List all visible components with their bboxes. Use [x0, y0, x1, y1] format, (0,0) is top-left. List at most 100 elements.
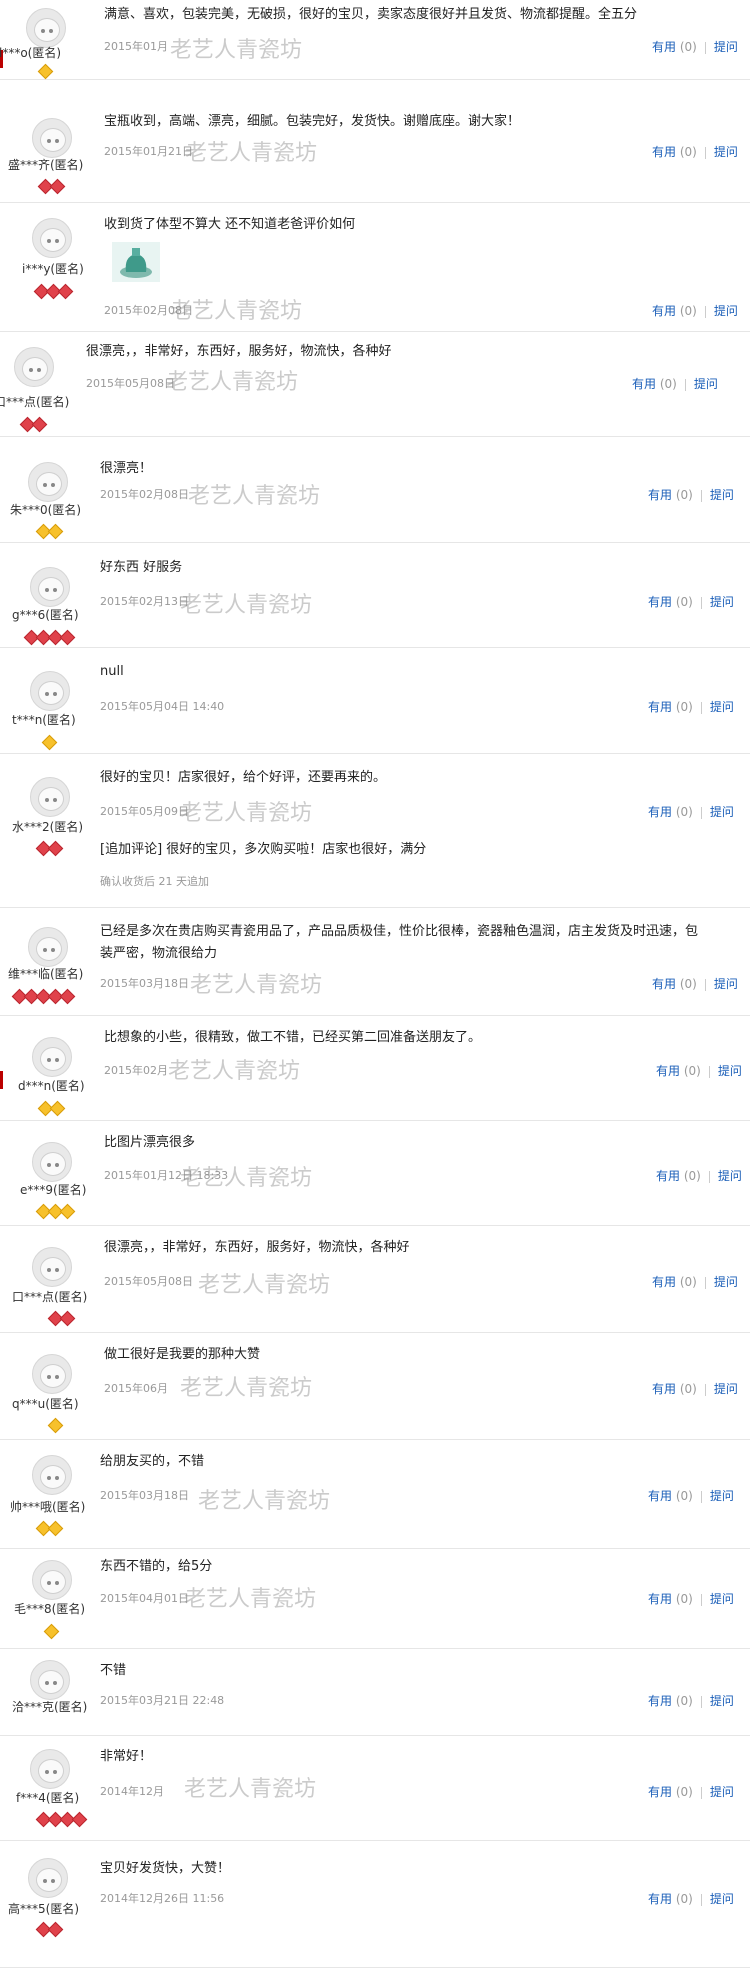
avatar-eye	[55, 1375, 59, 1379]
useful-button[interactable]: 有用	[648, 488, 672, 502]
ask-button[interactable]: 提问	[714, 145, 738, 159]
useful-count: (0)	[679, 1275, 697, 1289]
ask-button[interactable]: 提问	[714, 1275, 738, 1289]
ask-button[interactable]: 提问	[710, 700, 734, 714]
ask-button[interactable]: 提问	[710, 1592, 734, 1606]
useful-button[interactable]: 有用	[648, 700, 672, 714]
avatar	[28, 927, 68, 967]
review-actions: 有用 (0) 提问	[652, 143, 738, 160]
ask-button[interactable]: 提问	[714, 977, 738, 991]
useful-button[interactable]: 有用	[632, 377, 656, 391]
avatar-eye	[51, 1879, 55, 1883]
buyer-level-badges	[35, 839, 64, 857]
useful-button[interactable]: 有用	[648, 595, 672, 609]
buyer-level-badges	[19, 415, 48, 433]
ask-button[interactable]: 提问	[714, 40, 738, 54]
avatar-eye	[55, 1476, 59, 1480]
ask-button[interactable]: 提问	[714, 1382, 738, 1396]
avatar	[30, 1660, 70, 1700]
review-actions: 有用 (0) 提问	[648, 1487, 734, 1504]
avatar-face	[40, 1257, 66, 1281]
useful-button[interactable]: 有用	[648, 1592, 672, 1606]
avatar-face	[36, 1868, 62, 1892]
divider	[700, 1593, 702, 1606]
review-actions: 有用 (0) 提问	[648, 1692, 734, 1709]
buyer-level-badges	[41, 733, 58, 751]
ask-button[interactable]: 提问	[714, 304, 738, 318]
useful-button[interactable]: 有用	[656, 1064, 680, 1078]
reviewer-name: e***9(匿名)	[20, 1183, 87, 1197]
useful-button[interactable]: 有用	[648, 805, 672, 819]
divider	[708, 1065, 710, 1078]
shop-watermark: 老艺人青瓷坊	[185, 141, 318, 166]
reviewer-name: d***n(匿名)	[18, 1079, 85, 1093]
gold-diamond-icon	[49, 1100, 66, 1117]
useful-button[interactable]: 有用	[648, 1785, 672, 1799]
ask-button[interactable]: 提问	[718, 1169, 742, 1183]
avatar	[28, 462, 68, 502]
useful-button[interactable]: 有用	[652, 1382, 676, 1396]
useful-button[interactable]: 有用	[652, 304, 676, 318]
avatar-eye	[47, 1058, 51, 1062]
review-item: d***n(匿名) 比想象的小些，很精致，做工不错，已经买第二回准备送朋友了。 20…	[0, 1017, 750, 1121]
avatar-face	[22, 357, 48, 381]
shop-watermark: 老艺人青瓷坊	[198, 1489, 331, 1514]
shop-watermark: 老艺人青瓷坊	[168, 1059, 301, 1084]
useful-button[interactable]: 有用	[652, 977, 676, 991]
review-date: 2014年12月26日 11:56	[100, 1892, 225, 1905]
useful-button[interactable]: 有用	[648, 1489, 672, 1503]
review-text: 很漂亮，，非常好，东西好，服务好，物流快，各种好	[86, 344, 392, 359]
review-text: 比图片漂亮很多	[104, 1135, 196, 1150]
review-item: q***u(匿名) 做工很好是我要的那种大赞 2015年06月 老艺人青瓷坊 有用 (0…	[0, 1334, 750, 1440]
review-text: 比想象的小些，很精致，做工不错，已经买第二回准备送朋友了。	[104, 1030, 482, 1045]
buyer-level-badges	[35, 1810, 88, 1828]
avatar-face	[40, 1364, 66, 1388]
avatar-face	[40, 1570, 66, 1594]
shop-watermark: 老艺人青瓷坊	[184, 1777, 317, 1802]
reviewer-name: 高***5(匿名)	[8, 1902, 79, 1916]
ask-button[interactable]: 提问	[710, 1489, 734, 1503]
avatar	[32, 1455, 72, 1495]
review-date: 2015年03月18日	[100, 1489, 189, 1502]
reviewer-name: 盛***齐(匿名)	[8, 158, 84, 172]
reviewer-name: 口***点(匿名)	[12, 1290, 88, 1304]
reviewer-name: g***6(匿名)	[12, 608, 79, 622]
review-item: 洽***克(匿名) 不错 2015年03月21日 22:48 有用 (0) 提问	[0, 1650, 750, 1736]
review-text: 很漂亮，，非常好，东西好，服务好，物流快，各种好	[104, 1240, 410, 1255]
reviewer-name: i***y(匿名)	[22, 262, 84, 276]
gold-diamond-icon	[59, 1203, 76, 1220]
product-thumbnail[interactable]	[112, 242, 160, 282]
gold-diamond-icon	[43, 1623, 60, 1640]
divider	[708, 1170, 710, 1183]
ask-button[interactable]: 提问	[710, 595, 734, 609]
avatar-eye	[47, 1268, 51, 1272]
useful-button[interactable]: 有用	[652, 145, 676, 159]
review-date: 2015年02月	[104, 1064, 168, 1077]
ask-button[interactable]: 提问	[694, 377, 718, 391]
useful-button[interactable]: 有用	[656, 1169, 680, 1183]
avatar-eye	[55, 1163, 59, 1167]
buyer-level-badges	[23, 628, 76, 646]
ask-button[interactable]: 提问	[710, 488, 734, 502]
useful-count: (0)	[675, 1694, 693, 1708]
useful-button[interactable]: 有用	[652, 40, 676, 54]
avatar	[28, 1858, 68, 1898]
ask-button[interactable]: 提问	[718, 1064, 742, 1078]
avatar-eye	[53, 1770, 57, 1774]
useful-button[interactable]: 有用	[652, 1275, 676, 1289]
review-actions: 有用 (0) 提问	[656, 1062, 742, 1079]
buyer-level-badges	[37, 1099, 66, 1117]
ask-button[interactable]: 提问	[710, 1892, 734, 1906]
ask-button[interactable]: 提问	[710, 1694, 734, 1708]
avatar-eye	[43, 483, 47, 487]
review-date: 2015年03月18日	[100, 977, 189, 990]
useful-count: (0)	[679, 145, 697, 159]
ask-button[interactable]: 提问	[710, 805, 734, 819]
review-item: 盛***齐(匿名) 宝瓶收到，高端、漂亮，细腻。包装完好，发货快。谢赠底座。谢大家…	[0, 81, 750, 203]
gold-diamond-icon	[41, 734, 58, 751]
ask-button[interactable]: 提问	[710, 1785, 734, 1799]
avatar	[32, 118, 72, 158]
useful-button[interactable]: 有用	[648, 1694, 672, 1708]
useful-count: (0)	[675, 1892, 693, 1906]
useful-button[interactable]: 有用	[648, 1892, 672, 1906]
